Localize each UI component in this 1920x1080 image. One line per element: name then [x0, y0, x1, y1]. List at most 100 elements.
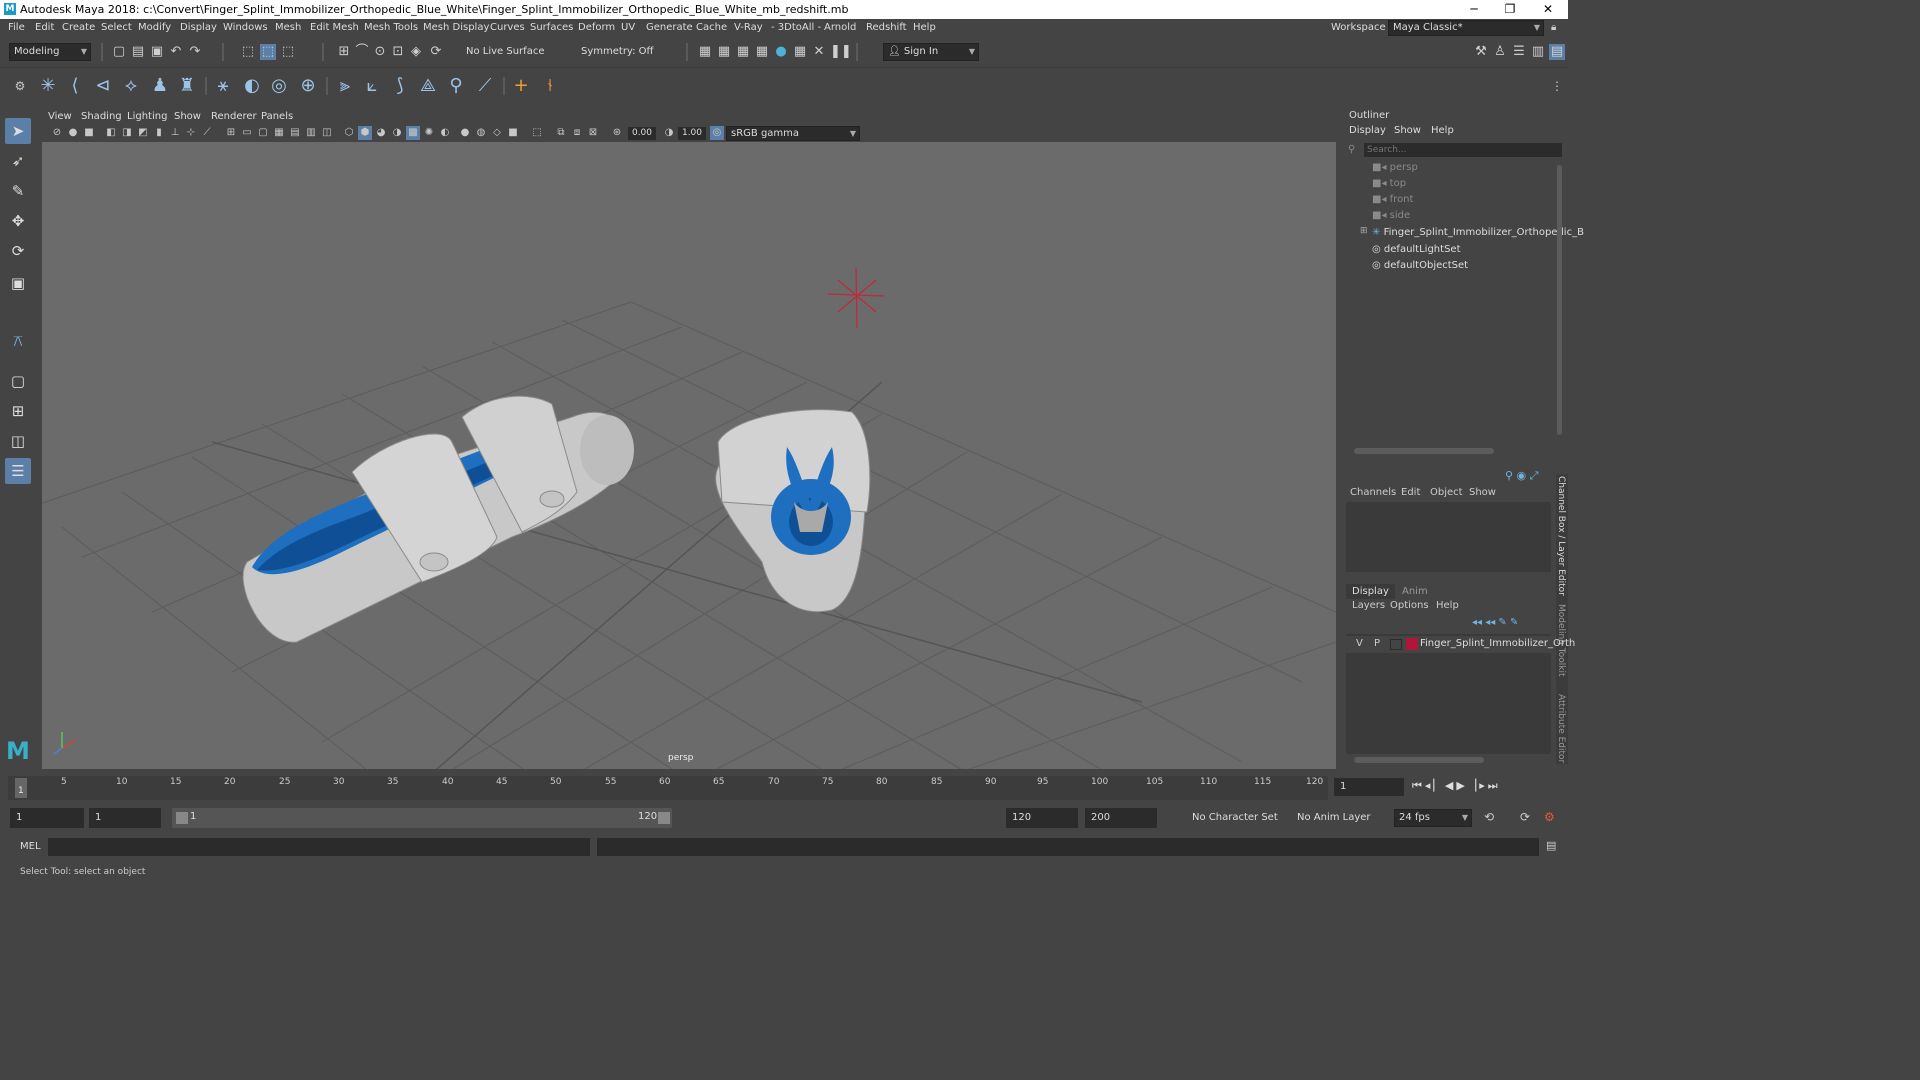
constraint-parent-icon[interactable]: ⫸	[333, 74, 357, 98]
shadows-icon[interactable]: ◕	[374, 126, 388, 140]
playback-start-field[interactable]: 1	[89, 808, 161, 828]
select-object-icon[interactable]: ⬚	[260, 44, 276, 60]
gate-mask-icon[interactable]: ⊹	[184, 126, 198, 140]
last-tool-icon[interactable]: ⚻	[5, 328, 31, 354]
outliner-item-splint-group[interactable]: ✳ Finger_Splint_Immobilizer_Orthopedic_B	[1372, 225, 1584, 241]
menu-mesh-tools[interactable]: Mesh Tools	[364, 19, 418, 37]
isolate-select-icon[interactable]: ■	[506, 126, 520, 140]
four-view-icon[interactable]: ⊞	[5, 398, 31, 424]
range-bar[interactable]: 1 120	[172, 808, 672, 828]
hud-icon[interactable]: ⊠	[586, 126, 600, 140]
humanik-icon[interactable]: ♟	[148, 74, 172, 98]
command-language-label[interactable]: MEL	[20, 841, 41, 852]
workspace-dropdown[interactable]: Maya Classic* ▼	[1388, 20, 1544, 36]
lasso-tool-icon[interactable]: ➶	[5, 148, 31, 174]
2d-pan-icon[interactable]: ◨	[120, 126, 134, 140]
lights-icon[interactable]: ✺	[422, 126, 436, 140]
scene-start-field[interactable]: 1	[10, 808, 84, 828]
layer-h-scrollbar[interactable]	[1354, 757, 1484, 763]
scale-tool-icon[interactable]: ▣	[5, 270, 31, 296]
menu-mesh-display[interactable]: Mesh Display	[423, 19, 489, 37]
cluster-icon[interactable]: ⫮	[538, 74, 562, 98]
menu-edit-mesh[interactable]: Edit Mesh	[310, 19, 359, 37]
snap-surface-icon[interactable]: ◈	[408, 44, 424, 60]
skeleton-icon[interactable]: ♜	[175, 74, 199, 98]
grease-pencil-icon[interactable]: ◩	[136, 126, 150, 140]
lock-icon[interactable]: 🔒︎	[1551, 19, 1556, 37]
outliner-item-default-object-set[interactable]: ◎ defaultObjectSet	[1372, 258, 1468, 274]
playback-controls-icon[interactable]: ⏮◂▏◀▶▕▸⏭	[1412, 779, 1501, 793]
interactive-bind-icon[interactable]: ◎	[267, 74, 291, 98]
attribute-editor-side-tab[interactable]: Attribute Editor	[1556, 694, 1566, 763]
menu-3dtoall[interactable]: - 3DtoAll -	[771, 19, 821, 37]
snap-grid-icon[interactable]: ⊞	[336, 44, 352, 60]
layer-name[interactable]: Finger_Splint_Immobilizer_Orth	[1420, 638, 1575, 649]
channel-menu-edit[interactable]: Edit	[1401, 487, 1420, 498]
gamma-field[interactable]: 1.00	[678, 127, 706, 140]
select-tool-icon[interactable]: ➤	[5, 118, 31, 144]
save-scene-icon[interactable]: ▣	[149, 44, 165, 60]
xray-joints-icon[interactable]: ▩	[406, 126, 420, 140]
range-start-handle[interactable]	[176, 812, 188, 824]
command-input[interactable]	[48, 838, 590, 856]
scene-end-field[interactable]: 200	[1085, 808, 1157, 828]
expand-icon[interactable]: ⊞	[1360, 226, 1368, 236]
outliner-item-side[interactable]: ■◂ side	[1372, 208, 1410, 224]
render-settings-icon[interactable]: ▦	[754, 44, 770, 60]
tool-settings-icon[interactable]: ▥	[1530, 44, 1546, 60]
two-view-icon[interactable]: ◫	[5, 428, 31, 454]
select-camera-icon[interactable]: ⬚	[530, 126, 544, 140]
viewport-persp[interactable]: persp	[42, 142, 1336, 769]
colorspace-dropdown[interactable]: sRGB gamma ▼	[726, 126, 860, 141]
ipr-render-icon[interactable]: ▦	[735, 44, 751, 60]
character-set-dropdown[interactable]: No Character Set	[1192, 812, 1278, 823]
move-tool-icon[interactable]: ✥	[5, 208, 31, 234]
select-component-icon[interactable]: ⬚	[280, 44, 296, 60]
menu-create[interactable]: Create	[62, 19, 95, 37]
menu-display[interactable]: Display	[180, 19, 217, 37]
new-scene-icon[interactable]: ▢	[111, 44, 127, 60]
time-ruler[interactable]: 1 5 10 15 20 25 30 35 40 45 50 55 60 65 …	[8, 776, 1328, 800]
outliner-item-persp[interactable]: ■◂ persp	[1372, 160, 1418, 176]
menu-cache[interactable]: Cache	[696, 19, 727, 37]
xray-icon[interactable]: ◑	[390, 126, 404, 140]
close-button[interactable]: ✕	[1530, 0, 1566, 19]
exposure-icon[interactable]: ⊛	[610, 126, 624, 140]
bookmark-icon[interactable]: ■	[82, 126, 96, 140]
mode-dropdown[interactable]: Modeling ▼	[9, 43, 91, 61]
fps-dropdown[interactable]: 24 fps ▼	[1394, 809, 1472, 827]
exposure-field[interactable]: 0.00	[628, 127, 656, 140]
viewport-menu-view[interactable]: View	[48, 111, 72, 122]
viewport-menu-show[interactable]: Show	[174, 111, 201, 122]
grid-icon[interactable]: ⊞	[224, 126, 238, 140]
frame-all-icon[interactable]: ⧉	[554, 126, 568, 140]
time-slider[interactable]: 1 5 10 15 20 25 30 35 40 45 50 55 60 65 …	[0, 772, 1568, 802]
smooth-shade-icon[interactable]: ▤	[288, 126, 302, 140]
field-chart-icon[interactable]: ⟋	[200, 126, 214, 140]
shelf-settings-icon[interactable]: ⚙	[8, 74, 32, 98]
menu-select[interactable]: Select	[101, 19, 132, 37]
constraint-orient-icon[interactable]: ⟆	[388, 74, 412, 98]
menu-surfaces[interactable]: Surfaces	[530, 19, 573, 37]
outliner-v-scrollbar[interactable]	[1557, 165, 1562, 435]
paint-weights-icon[interactable]: ⊕	[296, 74, 320, 98]
layer-row[interactable]: V P Finger_Splint_Immobilizer_Orth	[1346, 636, 1575, 653]
constraint-aim-icon[interactable]: ⚲	[444, 74, 468, 98]
pause-icon[interactable]: ❚❚	[830, 44, 852, 60]
use-default-material-icon[interactable]: ⬡	[342, 126, 356, 140]
camera-select-icon[interactable]: ⊘	[50, 126, 64, 140]
undo-icon[interactable]: ↶	[168, 44, 184, 60]
resolution-gate-icon[interactable]: ⊥	[168, 126, 182, 140]
layer-playback-toggle[interactable]: P	[1374, 638, 1380, 649]
wireframe-icon[interactable]: ▦	[272, 126, 286, 140]
menu-generate[interactable]: Generate	[646, 19, 693, 37]
render-sequence-icon[interactable]: ▦	[716, 44, 732, 60]
minimize-button[interactable]: ─	[1456, 0, 1492, 19]
render-frame-icon[interactable]: ▦	[697, 44, 713, 60]
rotate-tool-icon[interactable]: ⟳	[5, 238, 31, 264]
hypershade-icon[interactable]: ●	[773, 44, 789, 60]
channel-menu-show[interactable]: Show	[1469, 487, 1496, 498]
layer-color-swatch[interactable]	[1406, 638, 1418, 650]
menu-uv[interactable]: UV	[621, 19, 635, 37]
toggle-render-icon[interactable]: ✕	[811, 44, 827, 60]
